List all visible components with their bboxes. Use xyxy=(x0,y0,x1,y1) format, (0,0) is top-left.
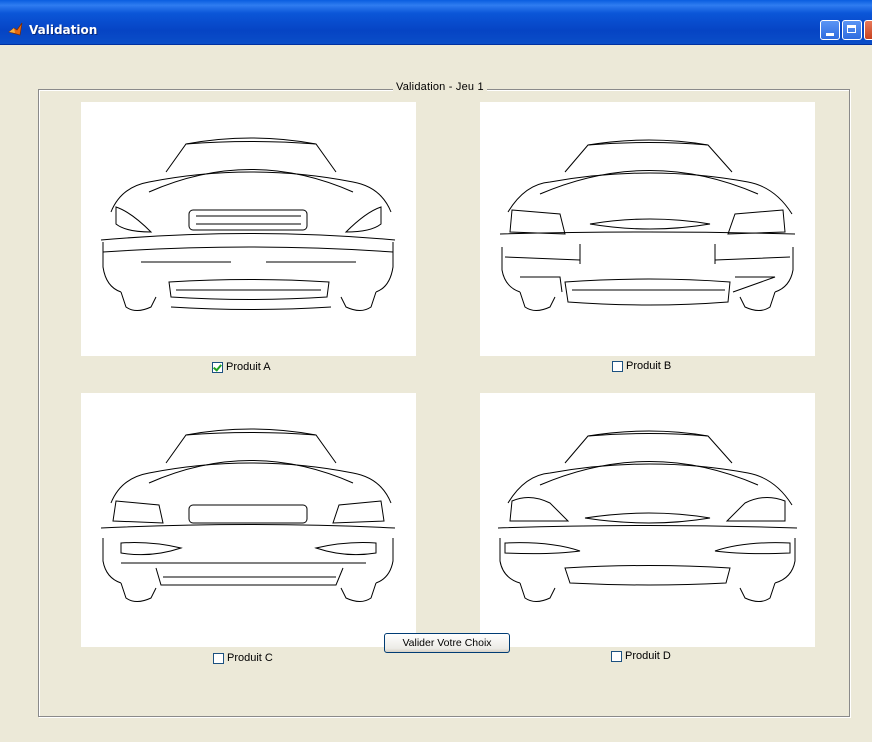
product-d-label: Produit D xyxy=(625,650,671,662)
matlab-icon xyxy=(8,22,23,36)
product-c-image xyxy=(81,393,416,647)
validate-choice-button[interactable]: Valider Votre Choix xyxy=(384,633,510,653)
product-b-checkbox[interactable]: Produit B xyxy=(612,360,671,372)
window-titlebar[interactable]: Validation xyxy=(0,0,872,45)
checkbox-unchecked-icon[interactable] xyxy=(213,652,224,664)
product-b-image xyxy=(480,102,815,356)
maximize-icon[interactable] xyxy=(842,20,862,40)
product-d-checkbox[interactable]: Produit D xyxy=(611,650,671,662)
product-a-checkbox[interactable]: Produit A xyxy=(212,361,271,373)
checkbox-checked-icon[interactable] xyxy=(212,361,223,373)
checkbox-unchecked-icon[interactable] xyxy=(612,360,623,372)
window-title: Validation xyxy=(29,23,98,37)
minimize-icon[interactable] xyxy=(820,20,840,40)
checkbox-unchecked-icon[interactable] xyxy=(611,650,622,662)
close-icon[interactable] xyxy=(864,20,872,40)
panel-title: Validation - Jeu 1 xyxy=(393,80,487,94)
product-a-label: Produit A xyxy=(226,361,271,373)
product-d-image xyxy=(480,393,815,647)
product-c-checkbox[interactable]: Produit C xyxy=(213,652,273,664)
product-a-image xyxy=(81,102,416,356)
product-c-label: Produit C xyxy=(227,652,273,664)
product-b-label: Produit B xyxy=(626,360,672,372)
